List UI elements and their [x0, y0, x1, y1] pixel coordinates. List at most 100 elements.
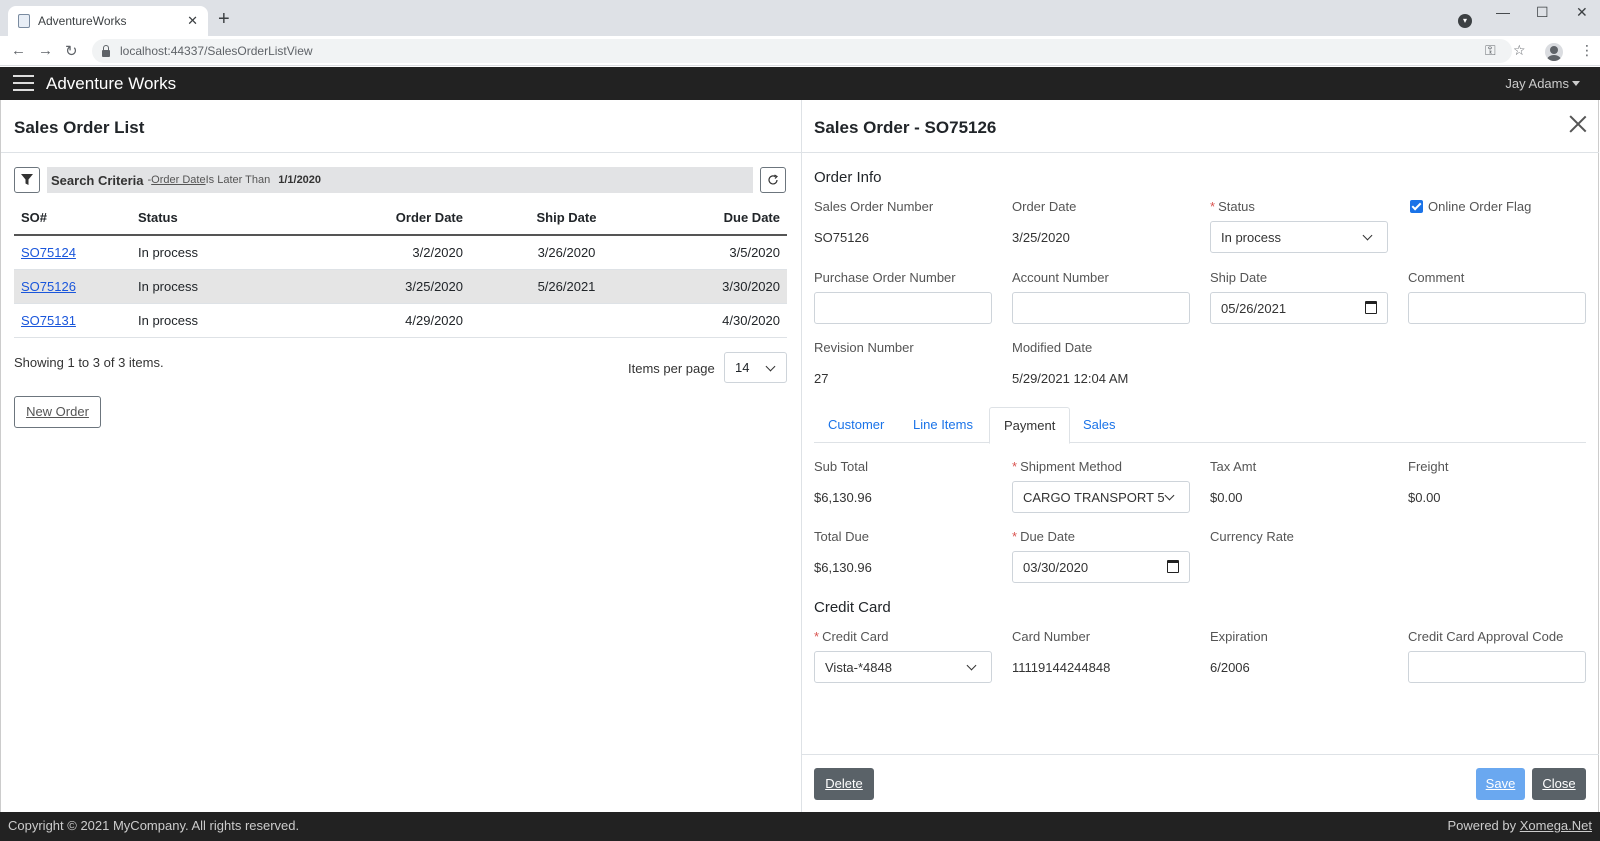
powered-by: Powered by Xomega.Net [1447, 818, 1592, 833]
tab-line-items[interactable]: Line Items [899, 407, 987, 443]
browser-tab-bar: AdventureWorks ✕ + ▾ — ☐ ✕ [0, 0, 1600, 36]
column-header-ship-date[interactable]: Ship Date [470, 201, 630, 236]
tab-payment[interactable]: Payment [989, 407, 1071, 444]
xomega-link[interactable]: Xomega.Net [1520, 818, 1592, 833]
so-link[interactable]: SO75124 [21, 245, 76, 260]
maximize-icon[interactable]: ☐ [1536, 4, 1549, 21]
search-criteria-field: Order Date [151, 174, 206, 186]
modified-date-value: 5/29/2021 12:04 AM [1012, 371, 1129, 386]
due-date-input[interactable]: 03/30/2020 [1012, 551, 1190, 583]
close-window-icon[interactable]: ✕ [1576, 4, 1588, 21]
kebab-menu-icon[interactable]: ⋮ [1580, 42, 1594, 59]
ship-date-input[interactable]: 05/26/2021 [1210, 292, 1388, 324]
account-number-input[interactable] [1012, 292, 1190, 324]
close-button[interactable]: Close [1532, 768, 1586, 800]
shipment-method-label: * Shipment Method [1012, 459, 1122, 474]
search-criteria-value: 1/1/2020 [278, 174, 322, 186]
due-date-value: 03/30/2020 [1023, 560, 1089, 575]
online-order-flag-checkbox[interactable] [1410, 200, 1423, 213]
refresh-button[interactable] [760, 167, 786, 193]
calendar-icon[interactable] [1167, 560, 1179, 573]
table-row[interactable]: SO75124 In process 3/2/2020 3/26/2020 3/… [14, 235, 787, 270]
cell-due-date: 4/30/2020 [630, 303, 787, 338]
approval-code-label: Credit Card Approval Code [1408, 629, 1564, 644]
comment-input[interactable] [1408, 292, 1586, 324]
card-number-value: 11119144244848 [1012, 660, 1111, 675]
user-name: Jay Adams [1505, 76, 1569, 91]
shipment-method-value: CARGO TRANSPORT 5 [1023, 490, 1165, 505]
pagination-summary: Showing 1 to 3 of 3 items. [14, 355, 164, 370]
credit-card-value: Vista-*4848 [825, 660, 892, 675]
table-row[interactable]: SO75131 In process 4/29/2020 4/30/2020 [14, 303, 787, 338]
list-header-divider [1, 152, 801, 153]
list-title: Sales Order List [14, 118, 145, 137]
table-row-selected[interactable]: SO75126 In process 3/25/2020 5/26/2021 3… [14, 269, 787, 304]
cell-status: In process [131, 303, 291, 338]
cell-order-date: 4/29/2020 [291, 303, 470, 338]
cell-order-date: 3/25/2020 [291, 269, 470, 304]
approval-code-input[interactable] [1408, 651, 1586, 683]
tab-sales[interactable]: Sales [1069, 407, 1130, 443]
back-icon[interactable]: ← [11, 42, 26, 59]
cell-status: In process [131, 269, 291, 304]
ship-date-label: Ship Date [1210, 270, 1268, 285]
cell-so: SO75131 [14, 303, 131, 338]
filter-button[interactable] [14, 167, 40, 193]
chevron-down-icon [966, 660, 977, 671]
due-date-label: * Due Date [1012, 529, 1075, 544]
key-icon[interactable]: ⚿ [1485, 42, 1496, 59]
column-header-so[interactable]: SO# [14, 201, 131, 236]
hamburger-menu-icon[interactable] [13, 75, 34, 91]
chrome-menu-icon[interactable]: ▾ [1458, 14, 1472, 28]
save-button[interactable]: Save [1476, 768, 1525, 800]
shipment-method-select[interactable]: CARGO TRANSPORT 5 [1012, 481, 1190, 513]
items-per-page-label: Items per page [628, 361, 715, 376]
expiration-value: 6/2006 [1210, 660, 1250, 675]
app-navbar: Adventure Works Jay Adams [0, 67, 1600, 100]
modified-date-label: Modified Date [1012, 340, 1093, 355]
bookmark-star-icon[interactable]: ☆ [1513, 42, 1526, 59]
column-header-status[interactable]: Status [131, 201, 291, 236]
online-order-flag-label: Online Order Flag [1428, 199, 1532, 214]
delete-button[interactable]: Delete [814, 768, 874, 800]
powered-by-text: Powered by [1447, 818, 1520, 833]
browser-tab[interactable]: AdventureWorks ✕ [8, 6, 208, 36]
new-tab-icon[interactable]: + [218, 9, 230, 29]
reload-icon[interactable]: ↻ [65, 42, 78, 60]
column-header-due-date[interactable]: Due Date [630, 201, 787, 236]
so-link[interactable]: SO75131 [21, 313, 76, 328]
profile-avatar-icon[interactable] [1545, 43, 1563, 61]
brand-title[interactable]: Adventure Works [46, 74, 176, 94]
copyright-text: Copyright © 2021 MyCompany. All rights r… [8, 818, 300, 833]
close-tab-icon[interactable]: ✕ [187, 13, 198, 29]
items-per-page-select[interactable]: 14 [724, 352, 787, 383]
credit-card-label: * Credit Card [814, 629, 889, 644]
credit-card-select[interactable]: Vista-*4848 [814, 651, 992, 683]
user-menu[interactable]: Jay Adams [1505, 76, 1580, 91]
total-due-label: Total Due [814, 529, 869, 544]
status-select[interactable]: In process [1210, 221, 1388, 253]
total-due-value: $6,130.96 [814, 560, 872, 575]
so-link[interactable]: SO75126 [21, 279, 76, 294]
freight-value: $0.00 [1408, 490, 1441, 505]
search-criteria-label: Search Criteria [51, 172, 144, 188]
url-input[interactable]: localhost:44337/SalesOrderListView [92, 39, 1512, 63]
cell-ship-date: 3/26/2020 [470, 235, 630, 270]
lock-icon [102, 44, 110, 57]
minimize-icon[interactable]: — [1496, 4, 1510, 20]
status-select-value: In process [1221, 230, 1281, 245]
browser-address-bar: ← → ↻ localhost:44337/SalesOrderListView [0, 36, 1600, 66]
new-order-button[interactable]: New Order [14, 396, 101, 428]
search-criteria-bar[interactable]: Search Criteria - Order Date Is Later Th… [47, 167, 753, 193]
cell-so: SO75124 [14, 235, 131, 270]
column-header-order-date[interactable]: Order Date [291, 201, 470, 236]
po-number-input[interactable] [814, 292, 992, 324]
cell-status: In process [131, 235, 291, 270]
tab-customer[interactable]: Customer [814, 407, 898, 443]
calendar-icon[interactable] [1365, 301, 1377, 314]
required-marker: * [1012, 459, 1018, 474]
close-panel-icon[interactable] [1569, 115, 1587, 133]
forward-icon[interactable]: → [38, 42, 53, 59]
chevron-down-icon [765, 361, 776, 372]
filter-icon [21, 174, 33, 185]
